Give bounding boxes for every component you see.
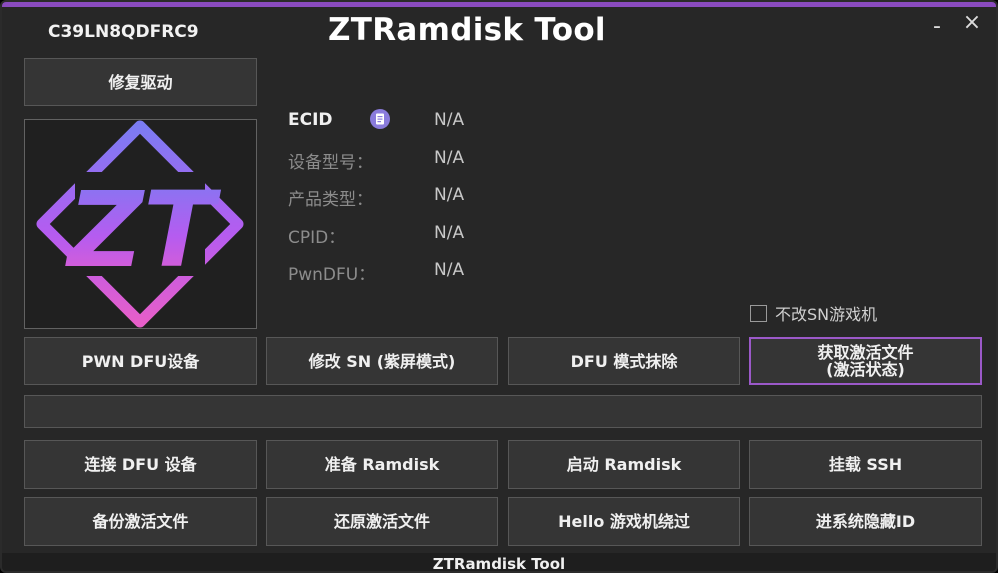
app-title: ZTRamdisk Tool	[328, 12, 606, 48]
repair-driver-button[interactable]: 修复驱动	[24, 58, 257, 106]
get-activation-file-label: 获取激活文件	[817, 343, 914, 362]
restore-activation-button[interactable]: 还原激活文件	[266, 497, 498, 546]
app-window: C39LN8QDFRC9 ZTRamdisk Tool - × 修复驱动 ZT …	[0, 0, 998, 573]
cpid-label: CPID：	[288, 228, 346, 248]
ecid-label: ECID	[288, 110, 333, 130]
pwndfu-label: PwnDFU：	[288, 265, 376, 285]
no-sn-change-checkbox[interactable]	[750, 304, 767, 322]
ecid-value: N/A	[434, 110, 465, 130]
product-type-label: 产品类型：	[288, 190, 373, 210]
boot-ramdisk-button[interactable]: 启动 Ramdisk	[508, 440, 740, 489]
hello-bypass-button[interactable]: Hello 游戏机绕过	[508, 497, 740, 546]
hide-id-button[interactable]: 进系统隐藏ID	[749, 497, 982, 546]
activation-state-label: (激活状态)	[826, 360, 905, 379]
pwn-dfu-button[interactable]: PWN DFU设备	[24, 337, 257, 385]
pwndfu-value: N/A	[434, 260, 465, 280]
serial-number: C39LN8QDFRC9	[48, 22, 199, 42]
dfu-erase-button[interactable]: DFU 模式抹除	[508, 337, 740, 385]
prepare-ramdisk-button[interactable]: 准备 Ramdisk	[266, 440, 498, 489]
close-button[interactable]: ×	[962, 12, 982, 34]
model-value: N/A	[434, 148, 465, 168]
logo-panel: ZT	[24, 119, 257, 329]
no-sn-change-checkbox-row[interactable]: 不改SN游戏机	[750, 301, 877, 325]
connect-dfu-button[interactable]: 连接 DFU 设备	[24, 440, 257, 489]
model-label: 设备型号：	[288, 153, 373, 173]
backup-activation-button[interactable]: 备份激活文件	[24, 497, 257, 546]
progress-bar	[24, 395, 982, 428]
copy-icon[interactable]	[370, 109, 390, 129]
zt-logo-icon: ZT	[36, 120, 244, 328]
accent-bar	[2, 2, 996, 7]
product-type-value: N/A	[434, 185, 465, 205]
footer-title: ZTRamdisk Tool	[432, 555, 566, 573]
cpid-value: N/A	[434, 223, 465, 243]
logo-text: ZT	[65, 169, 221, 291]
get-activation-file-button[interactable]: 获取激活文件 (激活状态)	[749, 337, 982, 385]
minimize-button[interactable]: -	[928, 16, 946, 38]
mount-ssh-button[interactable]: 挂载 SSH	[749, 440, 982, 489]
status-footer: ZTRamdisk Tool	[2, 553, 996, 573]
no-sn-change-label: 不改SN游戏机	[775, 305, 878, 324]
modify-sn-button[interactable]: 修改 SN (紫屏模式)	[266, 337, 498, 385]
